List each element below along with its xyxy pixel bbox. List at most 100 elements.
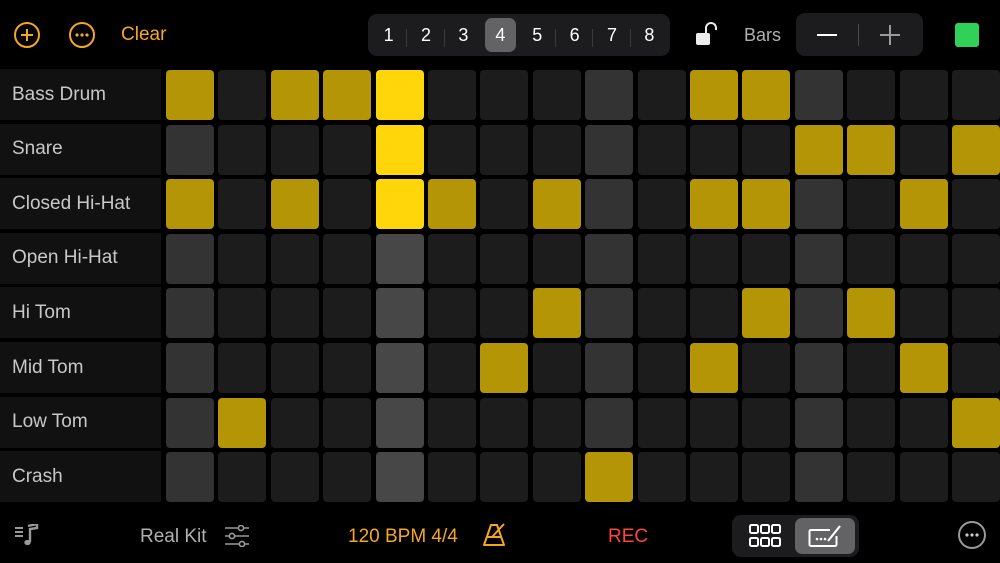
step-cell[interactable] <box>218 179 267 230</box>
step-cell[interactable] <box>166 288 214 339</box>
step-cell[interactable] <box>166 233 214 284</box>
step-cell[interactable] <box>218 397 267 448</box>
step-cell[interactable] <box>899 397 948 448</box>
step-cell[interactable] <box>428 343 476 393</box>
tempo-display[interactable]: 120 BPM 4/4 <box>348 526 458 548</box>
step-cell[interactable] <box>270 124 319 175</box>
step-cell[interactable] <box>375 452 424 503</box>
step-cell[interactable] <box>952 179 1000 230</box>
step-cell[interactable] <box>532 179 581 230</box>
step-cell[interactable] <box>742 343 791 393</box>
step-cell[interactable] <box>794 397 843 448</box>
step-cell[interactable] <box>847 179 896 230</box>
step-cell[interactable] <box>270 288 319 339</box>
step-cell[interactable] <box>637 288 686 339</box>
step-cell[interactable] <box>899 288 948 339</box>
step-cell[interactable] <box>270 343 319 393</box>
step-cell[interactable] <box>375 288 424 339</box>
kit-name[interactable]: Real Kit <box>140 526 207 548</box>
bar-2-button[interactable]: 2 <box>407 18 446 52</box>
step-cell[interactable] <box>847 233 896 284</box>
track-label[interactable]: Bass Drum <box>0 69 161 120</box>
bar-5-button[interactable]: 5 <box>519 18 557 52</box>
step-cell[interactable] <box>428 233 476 284</box>
clear-button[interactable]: Clear <box>121 24 166 46</box>
step-cell[interactable] <box>690 288 738 339</box>
step-cell[interactable] <box>637 124 686 175</box>
step-cell[interactable] <box>899 70 948 120</box>
step-cell[interactable] <box>480 124 529 175</box>
step-cell[interactable] <box>323 397 372 448</box>
step-cell[interactable] <box>270 179 319 230</box>
bar-7-button[interactable]: 7 <box>593 18 632 52</box>
step-cell[interactable] <box>218 452 267 503</box>
step-cell[interactable] <box>428 397 476 448</box>
step-cell[interactable] <box>166 397 214 448</box>
step-cell[interactable] <box>637 452 686 503</box>
step-cell[interactable] <box>480 397 529 448</box>
step-cell[interactable] <box>375 179 424 230</box>
step-cell[interactable] <box>218 343 267 393</box>
step-cell[interactable] <box>847 288 896 339</box>
edit-view-button[interactable] <box>795 518 855 554</box>
bar-4-button[interactable]: 4 <box>485 18 516 52</box>
track-label[interactable]: Hi Tom <box>0 287 161 339</box>
step-cell[interactable] <box>480 288 529 339</box>
step-cell[interactable] <box>847 70 896 120</box>
step-cell[interactable] <box>375 124 424 175</box>
step-cell[interactable] <box>794 233 843 284</box>
step-cell[interactable] <box>637 233 686 284</box>
step-cell[interactable] <box>585 288 634 339</box>
step-cell[interactable] <box>532 70 581 120</box>
step-cell[interactable] <box>637 397 686 448</box>
step-cell[interactable] <box>532 233 581 284</box>
step-cell[interactable] <box>428 179 476 230</box>
track-label[interactable]: Crash <box>0 451 161 503</box>
step-cell[interactable] <box>952 288 1000 339</box>
step-cell[interactable] <box>218 124 267 175</box>
step-cell[interactable] <box>428 452 476 503</box>
step-cell[interactable] <box>952 452 1000 503</box>
step-cell[interactable] <box>742 179 791 230</box>
step-cell[interactable] <box>742 452 791 503</box>
step-cell[interactable] <box>847 124 896 175</box>
bar-1-button[interactable]: 1 <box>370 18 408 52</box>
step-cell[interactable] <box>952 233 1000 284</box>
step-cell[interactable] <box>899 452 948 503</box>
step-cell[interactable] <box>742 233 791 284</box>
step-cell[interactable] <box>323 124 372 175</box>
step-cell[interactable] <box>532 397 581 448</box>
step-cell[interactable] <box>585 179 634 230</box>
step-cell[interactable] <box>585 397 634 448</box>
step-cell[interactable] <box>532 343 581 393</box>
track-label[interactable]: Open Hi-Hat <box>0 232 161 284</box>
step-cell[interactable] <box>166 179 214 230</box>
step-cell[interactable] <box>742 124 791 175</box>
step-cell[interactable] <box>585 343 634 393</box>
step-cell[interactable] <box>218 70 267 120</box>
step-cell[interactable] <box>847 343 896 393</box>
step-cell[interactable] <box>480 233 529 284</box>
library-button[interactable] <box>15 522 41 551</box>
bar-6-button[interactable]: 6 <box>556 18 594 52</box>
step-cell[interactable] <box>166 70 214 120</box>
step-cell[interactable] <box>952 124 1000 175</box>
step-cell[interactable] <box>428 70 476 120</box>
add-bar-button[interactable] <box>859 13 921 57</box>
step-cell[interactable] <box>166 452 214 503</box>
step-cell[interactable] <box>794 124 843 175</box>
step-cell[interactable] <box>952 397 1000 448</box>
more-options-button[interactable] <box>69 22 95 48</box>
more-menu-button[interactable] <box>958 521 986 549</box>
step-cell[interactable] <box>690 233 738 284</box>
step-cell[interactable] <box>690 343 738 393</box>
step-cell[interactable] <box>166 343 214 393</box>
step-cell[interactable] <box>899 179 948 230</box>
step-cell[interactable] <box>323 233 372 284</box>
bar-3-button[interactable]: 3 <box>445 18 482 52</box>
step-cell[interactable] <box>585 124 634 175</box>
track-label[interactable]: Closed Hi-Hat <box>0 178 161 230</box>
step-cell[interactable] <box>218 288 267 339</box>
step-cell[interactable] <box>794 70 843 120</box>
step-cell[interactable] <box>375 397 424 448</box>
